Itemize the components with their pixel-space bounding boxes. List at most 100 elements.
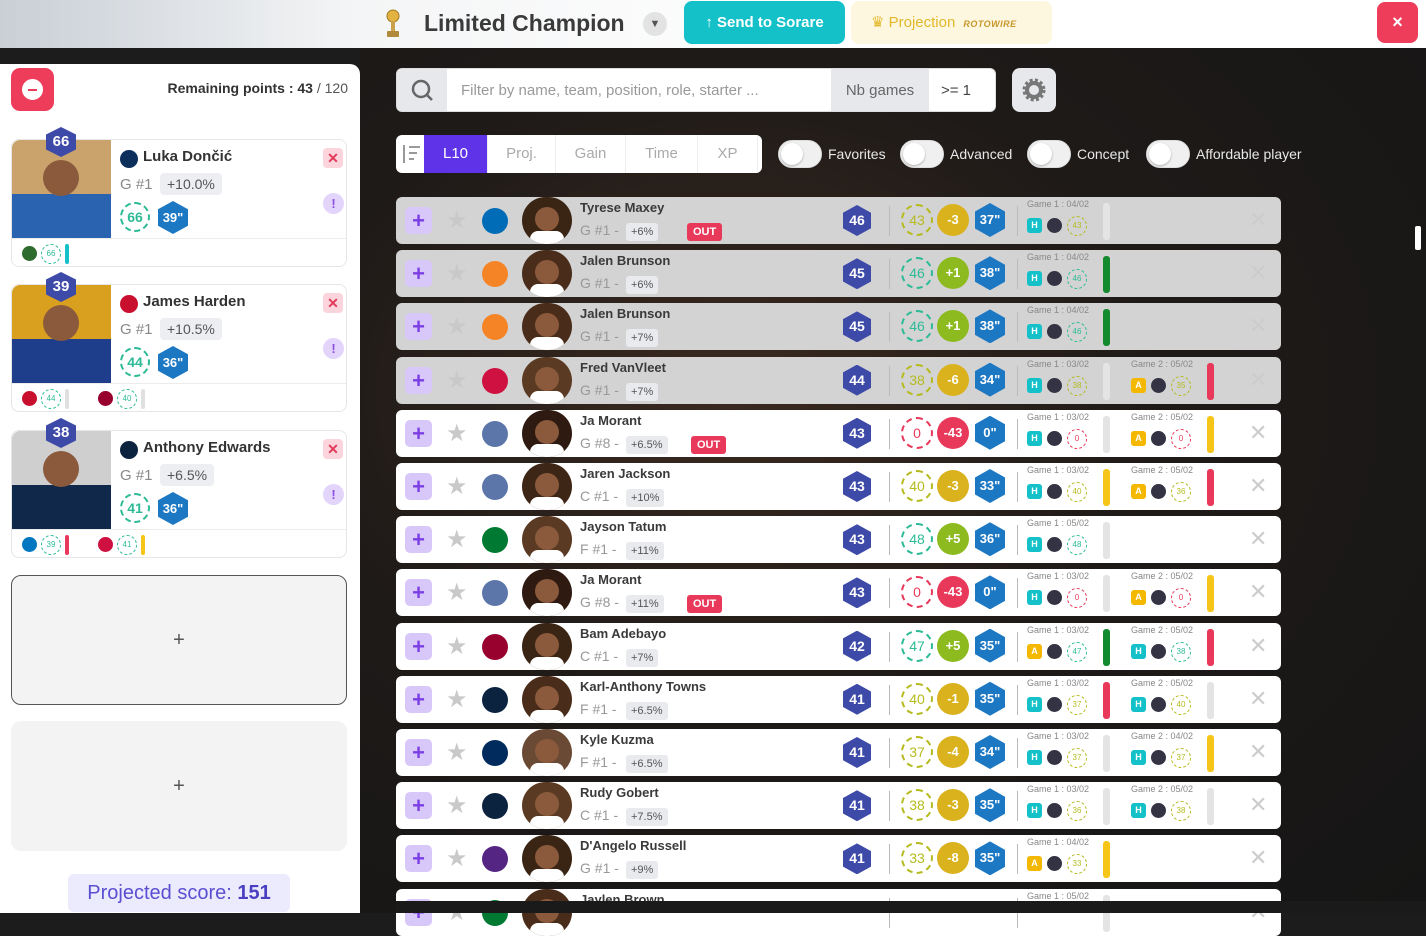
sort-tab[interactable]: Proj.: [488, 135, 556, 173]
remove-player-button[interactable]: ✕: [323, 439, 343, 459]
warning-icon[interactable]: !: [323, 193, 344, 214]
empty-slot[interactable]: +: [11, 575, 347, 705]
player-score: 66: [120, 202, 150, 232]
favorite-star-icon[interactable]: ★: [446, 578, 468, 607]
player-row[interactable]: + ★ Jalen Brunson G #1 - +7% 45 46 +1 38…: [396, 303, 1281, 351]
dismiss-icon[interactable]: ✕: [1249, 420, 1267, 446]
favorite-star-icon[interactable]: ★: [446, 738, 468, 767]
search-input[interactable]: Filter by name, team, position, role, st…: [461, 82, 759, 99]
projection-button[interactable]: ♛ Projection ROTOWIRE: [851, 1, 1052, 44]
add-player-button[interactable]: +: [405, 792, 432, 820]
dismiss-icon[interactable]: ✕: [1249, 367, 1267, 393]
add-player-button[interactable]: +: [405, 366, 432, 394]
toggle-label: Favorites: [828, 146, 886, 162]
favorite-star-icon[interactable]: ★: [446, 366, 468, 395]
team-logo-icon: [482, 420, 508, 447]
add-player-button[interactable]: +: [405, 260, 432, 288]
dismiss-icon[interactable]: ✕: [1249, 845, 1267, 871]
lineup-card[interactable]: 66 Luka Dončić G #1 +10.0% 66 39" ✕ ! 66: [11, 127, 347, 267]
favorite-star-icon[interactable]: ★: [446, 312, 468, 341]
opponent-logo-icon: [1047, 643, 1062, 659]
nb-games-input[interactable]: >= 1: [941, 82, 971, 99]
favorite-star-icon[interactable]: ★: [446, 844, 468, 873]
close-button[interactable]: ×: [1377, 2, 1418, 43]
player-row[interactable]: + ★ Jaren Jackson C #1 - +10% 43 40 -3 3…: [396, 463, 1281, 510]
remove-player-button[interactable]: ✕: [323, 148, 343, 168]
player-row[interactable]: + ★ Ja Morant G #8 - +11% OUT 43 0 -43 0…: [396, 569, 1281, 617]
warning-icon[interactable]: !: [323, 484, 344, 505]
add-player-button[interactable]: +: [405, 526, 432, 554]
add-player-button[interactable]: +: [405, 207, 432, 234]
contest-title: Limited Champion: [424, 10, 625, 36]
favorite-star-icon[interactable]: ★: [446, 259, 468, 288]
scrollbar-thumb[interactable]: [1415, 226, 1421, 250]
player-row[interactable]: + ★ Bam Adebayo C #1 - +7% 42 47 +5 35" …: [396, 622, 1281, 670]
dismiss-icon[interactable]: ✕: [1249, 633, 1267, 659]
remove-lineup-button[interactable]: [11, 68, 54, 111]
settings-button[interactable]: [1012, 68, 1056, 112]
player-row[interactable]: + ★ Ja Morant G #8 - +6.5% OUT 43 0 -43 …: [396, 409, 1281, 457]
sort-tab[interactable]: Time: [626, 135, 698, 173]
add-player-button[interactable]: +: [405, 419, 432, 447]
horizontal-scrollbar[interactable]: [396, 901, 1426, 913]
game-info: Game 1 : 04/02 H 46: [1027, 305, 1127, 348]
contest-dropdown-button[interactable]: ▼: [643, 12, 667, 36]
dismiss-icon[interactable]: ✕: [1249, 473, 1267, 499]
favorite-star-icon[interactable]: ★: [446, 525, 468, 554]
player-row[interactable]: + ★ Kyle Kuzma F #1 - +6.5% 41 37 -4 34"…: [396, 729, 1281, 776]
favorite-star-icon[interactable]: ★: [446, 472, 468, 501]
toggle-switch[interactable]: [778, 140, 822, 168]
sort-tab[interactable]: Gain: [556, 135, 626, 173]
scrollbar[interactable]: [1415, 196, 1423, 901]
player-row[interactable]: + ★ Jayson Tatum F #1 - +11% 43 48 +5 36…: [396, 516, 1281, 564]
sort-icon[interactable]: [396, 135, 424, 173]
favorite-star-icon[interactable]: ★: [446, 419, 468, 448]
warning-icon[interactable]: !: [323, 338, 344, 359]
dismiss-icon[interactable]: ✕: [1249, 686, 1267, 712]
search-icon[interactable]: [397, 69, 447, 111]
add-player-button[interactable]: +: [405, 685, 432, 713]
remove-player-button[interactable]: ✕: [323, 293, 343, 313]
empty-slot[interactable]: +: [11, 721, 347, 851]
add-player-button[interactable]: +: [405, 739, 432, 766]
dismiss-icon[interactable]: ✕: [1249, 526, 1267, 552]
home-away-badge: A: [1131, 377, 1146, 393]
game-indicator-bar: [141, 535, 145, 555]
game-label: Game 1 : 04/02: [1027, 837, 1090, 848]
dismiss-icon[interactable]: ✕: [1249, 792, 1267, 818]
favorite-star-icon[interactable]: ★: [446, 632, 468, 661]
add-player-button[interactable]: +: [405, 845, 432, 873]
dismiss-icon[interactable]: ✕: [1249, 313, 1267, 339]
toggle-switch[interactable]: [1146, 140, 1190, 168]
sort-tab[interactable]: L10: [424, 135, 488, 173]
game-score: 38: [1171, 801, 1191, 822]
dismiss-icon[interactable]: ✕: [1249, 260, 1267, 286]
toggle-switch[interactable]: [900, 140, 944, 168]
dismiss-icon[interactable]: ✕: [1249, 739, 1267, 765]
lineup-card[interactable]: 39 James Harden G #1 +10.5% 44 36" ✕ ! 4…: [11, 272, 347, 412]
score-circle: 47: [901, 629, 933, 662]
add-player-button[interactable]: +: [405, 473, 432, 500]
player-row[interactable]: + ★ Jalen Brunson G #1 - +6% 45 46 +1 38…: [396, 250, 1281, 298]
lineup-card[interactable]: 38 Anthony Edwards G #1 +6.5% 41 36" ✕ !…: [11, 418, 347, 558]
player-row[interactable]: + ★ Karl-Anthony Towns F #1 - +6.5% 41 4…: [396, 675, 1281, 723]
home-away-badge: H: [1131, 803, 1146, 819]
player-row[interactable]: + ★ Fred VanVleet G #1 - +7% 44 38 -6 34…: [396, 356, 1281, 404]
dismiss-icon[interactable]: ✕: [1249, 579, 1267, 605]
add-player-button[interactable]: +: [405, 579, 432, 607]
favorite-star-icon[interactable]: ★: [446, 685, 468, 714]
favorite-star-icon[interactable]: ★: [446, 791, 468, 820]
send-to-sorare-button[interactable]: ↑ Send to Sorare: [684, 1, 845, 44]
dismiss-icon[interactable]: ✕: [1249, 207, 1267, 233]
game-info: Game 1 : 04/02 H 46: [1027, 252, 1127, 295]
player-row[interactable]: + ★ Tyrese Maxey G #1 - +6% OUT 46 43 -3…: [396, 197, 1281, 244]
add-player-button[interactable]: +: [405, 632, 432, 660]
home-away-badge: H: [1131, 696, 1146, 712]
add-player-button[interactable]: +: [405, 313, 432, 341]
projected-label: Projected score:: [87, 882, 232, 904]
player-row[interactable]: + ★ D'Angelo Russell G #1 - +9% 41 33 -8…: [396, 835, 1281, 883]
player-row[interactable]: + ★ Rudy Gobert C #1 - +7.5% 41 38 -3 35…: [396, 782, 1281, 830]
sort-tab[interactable]: XP: [698, 135, 758, 173]
toggle-switch[interactable]: [1027, 140, 1071, 168]
favorite-star-icon[interactable]: ★: [446, 206, 468, 235]
